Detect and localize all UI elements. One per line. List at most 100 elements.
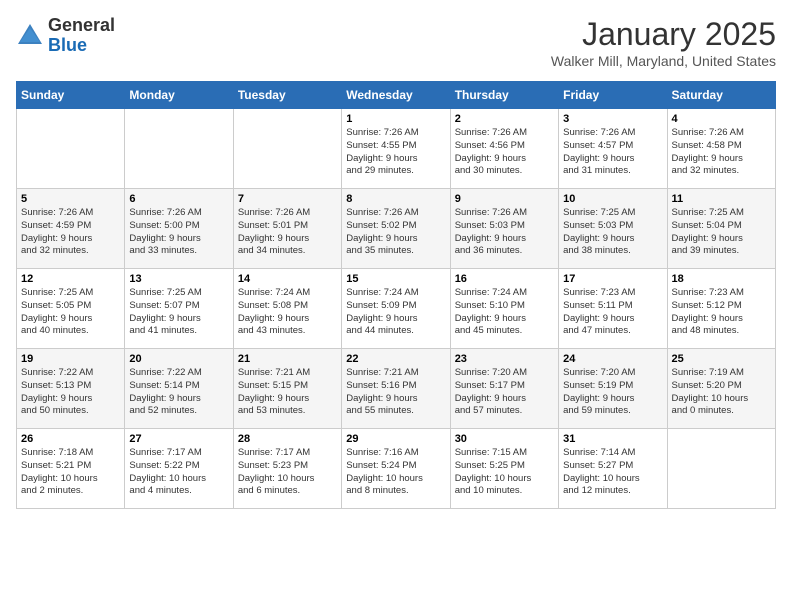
- day-number: 8: [346, 193, 445, 205]
- day-number: 3: [563, 113, 662, 125]
- day-info: Sunrise: 7:22 AM Sunset: 5:13 PM Dayligh…: [21, 367, 120, 418]
- page-header: General Blue January 2025 Walker Mill, M…: [16, 16, 776, 69]
- day-info: Sunrise: 7:26 AM Sunset: 5:00 PM Dayligh…: [129, 207, 228, 258]
- day-info: Sunrise: 7:24 AM Sunset: 5:08 PM Dayligh…: [238, 287, 337, 338]
- day-number: 24: [563, 353, 662, 365]
- day-number: 21: [238, 353, 337, 365]
- day-header-sunday: Sunday: [17, 82, 125, 109]
- day-info: Sunrise: 7:25 AM Sunset: 5:03 PM Dayligh…: [563, 207, 662, 258]
- calendar-cell: 4 Sunrise: 7:26 AM Sunset: 4:58 PM Daylig…: [667, 109, 775, 189]
- location-label: Walker Mill, Maryland, United States: [551, 53, 776, 69]
- logo-text: General Blue: [48, 16, 115, 56]
- calendar-cell: 2 Sunrise: 7:26 AM Sunset: 4:56 PM Daylig…: [450, 109, 558, 189]
- calendar-cell: 30 Sunrise: 7:15 AM Sunset: 5:25 PM Dayli…: [450, 429, 558, 509]
- day-number: 2: [455, 113, 554, 125]
- day-info: Sunrise: 7:26 AM Sunset: 5:02 PM Dayligh…: [346, 207, 445, 258]
- day-header-tuesday: Tuesday: [233, 82, 341, 109]
- calendar-cell: 27 Sunrise: 7:17 AM Sunset: 5:22 PM Dayli…: [125, 429, 233, 509]
- day-number: 29: [346, 433, 445, 445]
- day-number: 12: [21, 273, 120, 285]
- day-number: 9: [455, 193, 554, 205]
- day-info: Sunrise: 7:23 AM Sunset: 5:11 PM Dayligh…: [563, 287, 662, 338]
- day-info: Sunrise: 7:24 AM Sunset: 5:10 PM Dayligh…: [455, 287, 554, 338]
- day-info: Sunrise: 7:26 AM Sunset: 5:03 PM Dayligh…: [455, 207, 554, 258]
- calendar-cell: 26Sunrise: 7:18 AM Sunset: 5:21 PM Dayli…: [17, 429, 125, 509]
- week-row-1: 1 Sunrise: 7:26 AM Sunset: 4:55 PM Daylig…: [17, 109, 776, 189]
- day-info: Sunrise: 7:26 AM Sunset: 4:55 PM Dayligh…: [346, 127, 445, 178]
- calendar-cell: 15 Sunrise: 7:24 AM Sunset: 5:09 PM Dayli…: [342, 269, 450, 349]
- calendar-cell: 25 Sunrise: 7:19 AM Sunset: 5:20 PM Dayli…: [667, 349, 775, 429]
- calendar-cell: 21 Sunrise: 7:21 AM Sunset: 5:15 PM Dayli…: [233, 349, 341, 429]
- week-row-2: 5 Sunrise: 7:26 AM Sunset: 4:59 PM Daylig…: [17, 189, 776, 269]
- calendar-cell: 22Sunrise: 7:21 AM Sunset: 5:16 PM Dayli…: [342, 349, 450, 429]
- day-info: Sunrise: 7:26 AM Sunset: 4:59 PM Dayligh…: [21, 207, 120, 258]
- logo: General Blue: [16, 16, 115, 56]
- day-info: Sunrise: 7:19 AM Sunset: 5:20 PM Dayligh…: [672, 367, 771, 418]
- calendar-cell: 28Sunrise: 7:17 AM Sunset: 5:23 PM Dayli…: [233, 429, 341, 509]
- day-header-friday: Friday: [559, 82, 667, 109]
- calendar-cell: 14 Sunrise: 7:24 AM Sunset: 5:08 PM Dayli…: [233, 269, 341, 349]
- calendar-cell: 5 Sunrise: 7:26 AM Sunset: 4:59 PM Daylig…: [17, 189, 125, 269]
- day-number: 25: [672, 353, 771, 365]
- calendar-cell: 17 Sunrise: 7:23 AM Sunset: 5:11 PM Dayli…: [559, 269, 667, 349]
- calendar-cell: [233, 109, 341, 189]
- day-info: Sunrise: 7:18 AM Sunset: 5:21 PM Dayligh…: [21, 447, 120, 498]
- day-info: Sunrise: 7:21 AM Sunset: 5:15 PM Dayligh…: [238, 367, 337, 418]
- logo-blue-label: Blue: [48, 36, 115, 56]
- logo-icon: [16, 22, 44, 50]
- day-number: 31: [563, 433, 662, 445]
- calendar-cell: 29 Sunrise: 7:16 AM Sunset: 5:24 PM Dayli…: [342, 429, 450, 509]
- day-number: 19: [21, 353, 120, 365]
- day-info: Sunrise: 7:23 AM Sunset: 5:12 PM Dayligh…: [672, 287, 771, 338]
- calendar-header-row: SundayMondayTuesdayWednesdayThursdayFrid…: [17, 82, 776, 109]
- calendar-cell: 20Sunrise: 7:22 AM Sunset: 5:14 PM Dayli…: [125, 349, 233, 429]
- calendar-cell: [667, 429, 775, 509]
- day-number: 16: [455, 273, 554, 285]
- day-number: 15: [346, 273, 445, 285]
- day-info: Sunrise: 7:17 AM Sunset: 5:22 PM Dayligh…: [129, 447, 228, 498]
- day-info: Sunrise: 7:26 AM Sunset: 4:56 PM Dayligh…: [455, 127, 554, 178]
- day-number: 28: [238, 433, 337, 445]
- calendar-cell: 8 Sunrise: 7:26 AM Sunset: 5:02 PM Daylig…: [342, 189, 450, 269]
- calendar-cell: 7Sunrise: 7:26 AM Sunset: 5:01 PM Daylig…: [233, 189, 341, 269]
- calendar-cell: 1 Sunrise: 7:26 AM Sunset: 4:55 PM Daylig…: [342, 109, 450, 189]
- calendar-cell: 9 Sunrise: 7:26 AM Sunset: 5:03 PM Daylig…: [450, 189, 558, 269]
- day-info: Sunrise: 7:26 AM Sunset: 5:01 PM Dayligh…: [238, 207, 337, 258]
- day-info: Sunrise: 7:15 AM Sunset: 5:25 PM Dayligh…: [455, 447, 554, 498]
- calendar-cell: 19 Sunrise: 7:22 AM Sunset: 5:13 PM Dayli…: [17, 349, 125, 429]
- calendar-cell: [125, 109, 233, 189]
- calendar-cell: 16 Sunrise: 7:24 AM Sunset: 5:10 PM Dayli…: [450, 269, 558, 349]
- week-row-4: 19 Sunrise: 7:22 AM Sunset: 5:13 PM Dayli…: [17, 349, 776, 429]
- day-number: 4: [672, 113, 771, 125]
- day-header-thursday: Thursday: [450, 82, 558, 109]
- day-number: 23: [455, 353, 554, 365]
- day-info: Sunrise: 7:26 AM Sunset: 4:58 PM Dayligh…: [672, 127, 771, 178]
- day-number: 6: [129, 193, 228, 205]
- day-number: 30: [455, 433, 554, 445]
- day-info: Sunrise: 7:24 AM Sunset: 5:09 PM Dayligh…: [346, 287, 445, 338]
- day-header-saturday: Saturday: [667, 82, 775, 109]
- calendar-cell: 6 Sunrise: 7:26 AM Sunset: 5:00 PM Daylig…: [125, 189, 233, 269]
- calendar-cell: 24Sunrise: 7:20 AM Sunset: 5:19 PM Dayli…: [559, 349, 667, 429]
- calendar-cell: 12 Sunrise: 7:25 AM Sunset: 5:05 PM Dayli…: [17, 269, 125, 349]
- week-row-3: 12 Sunrise: 7:25 AM Sunset: 5:05 PM Dayli…: [17, 269, 776, 349]
- calendar-table: SundayMondayTuesdayWednesdayThursdayFrid…: [16, 81, 776, 509]
- logo-general-label: General: [48, 16, 115, 36]
- day-number: 20: [129, 353, 228, 365]
- day-info: Sunrise: 7:25 AM Sunset: 5:05 PM Dayligh…: [21, 287, 120, 338]
- calendar-cell: 23Sunrise: 7:20 AM Sunset: 5:17 PM Dayli…: [450, 349, 558, 429]
- day-number: 5: [21, 193, 120, 205]
- calendar-cell: 18Sunrise: 7:23 AM Sunset: 5:12 PM Dayli…: [667, 269, 775, 349]
- day-info: Sunrise: 7:26 AM Sunset: 4:57 PM Dayligh…: [563, 127, 662, 178]
- day-info: Sunrise: 7:25 AM Sunset: 5:04 PM Dayligh…: [672, 207, 771, 258]
- day-info: Sunrise: 7:16 AM Sunset: 5:24 PM Dayligh…: [346, 447, 445, 498]
- day-info: Sunrise: 7:21 AM Sunset: 5:16 PM Dayligh…: [346, 367, 445, 418]
- day-number: 10: [563, 193, 662, 205]
- day-number: 17: [563, 273, 662, 285]
- month-title: January 2025: [551, 16, 776, 53]
- day-number: 1: [346, 113, 445, 125]
- day-number: 11: [672, 193, 771, 205]
- day-number: 27: [129, 433, 228, 445]
- day-header-wednesday: Wednesday: [342, 82, 450, 109]
- day-number: 14: [238, 273, 337, 285]
